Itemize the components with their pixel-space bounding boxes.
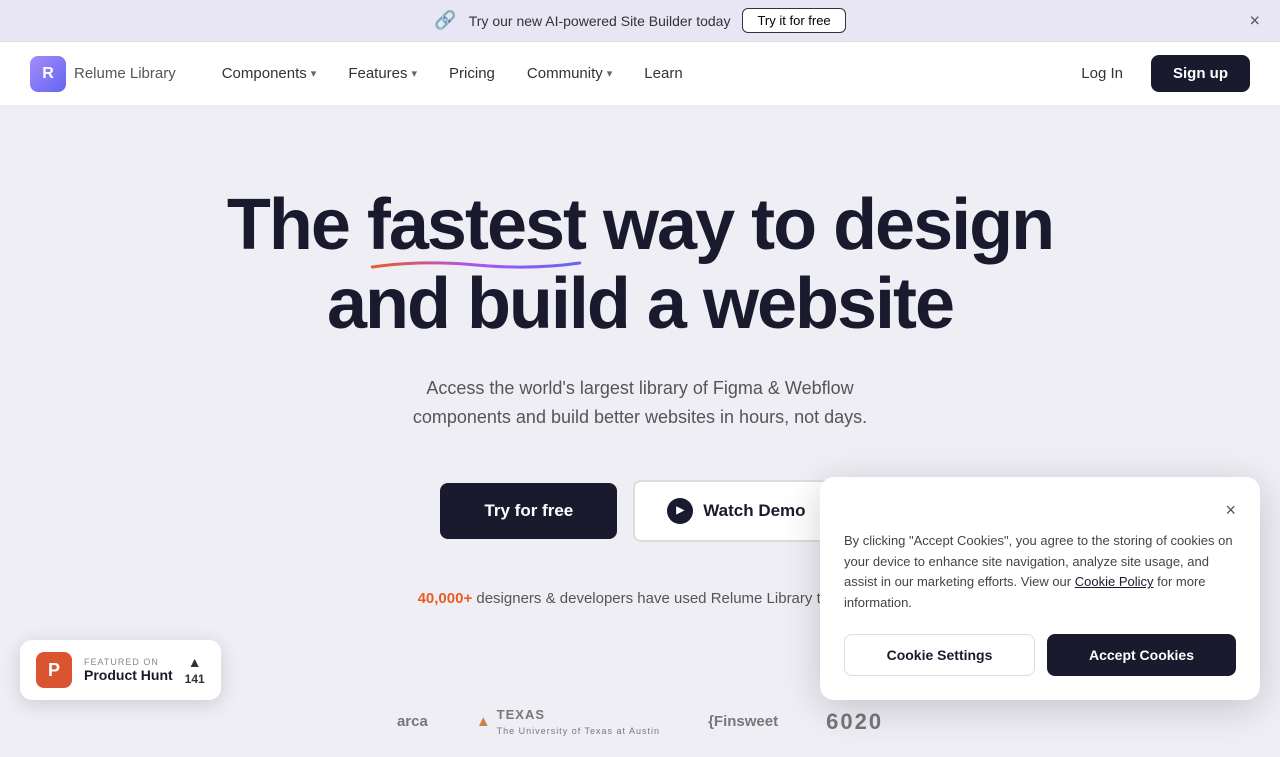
product-hunt-text: FEATURED ON Product Hunt xyxy=(84,657,173,683)
logo-icon: R xyxy=(30,56,66,92)
banner-cta-button[interactable]: Try it for free xyxy=(742,8,845,33)
chevron-down-icon: ▾ xyxy=(412,67,418,80)
nav-item-community[interactable]: Community ▾ xyxy=(513,57,626,90)
logo-finsweet: {Finsweet xyxy=(708,713,778,730)
signup-button[interactable]: Sign up xyxy=(1151,55,1250,92)
nav-item-pricing[interactable]: Pricing xyxy=(435,57,509,90)
chevron-down-icon: ▾ xyxy=(311,67,317,80)
accept-cookies-button[interactable]: Accept Cookies xyxy=(1047,634,1236,676)
cookie-buttons: Cookie Settings Accept Cookies xyxy=(844,634,1236,676)
try-for-free-button[interactable]: Try for free xyxy=(440,483,617,539)
nav-links: Components ▾ Features ▾ Pricing Communit… xyxy=(208,57,1066,90)
hero-title: The fastest way to designand build a web… xyxy=(210,186,1070,344)
hero-subtitle: Access the world's largest library of Fi… xyxy=(210,374,1070,432)
fastest-word: fastest xyxy=(367,186,585,265)
banner-text: Try our new AI-powered Site Builder toda… xyxy=(469,13,731,29)
logo-texas: ▲ TEXASThe University of Texas at Austin xyxy=(476,707,660,737)
cookie-banner-header: × xyxy=(844,501,1236,519)
social-proof-number: 40,000+ xyxy=(418,590,473,607)
logo-arca: arca xyxy=(397,713,428,730)
navbar: R Relume Library Components ▾ Features ▾… xyxy=(0,42,1280,106)
nav-item-learn[interactable]: Learn xyxy=(630,57,696,90)
cookie-text: By clicking "Accept Cookies", you agree … xyxy=(844,531,1236,614)
product-hunt-icon: P xyxy=(36,652,72,688)
logo-text: Relume Library xyxy=(74,65,176,82)
ph-votes: ▲ 141 xyxy=(185,654,205,686)
upvote-icon: ▲ xyxy=(188,654,202,670)
top-banner: 🔗 Try our new AI-powered Site Builder to… xyxy=(0,0,1280,42)
login-button[interactable]: Log In xyxy=(1065,57,1139,90)
nav-item-features[interactable]: Features ▾ xyxy=(334,57,431,90)
cookie-settings-button[interactable]: Cookie Settings xyxy=(844,634,1035,676)
play-icon: ▶ xyxy=(667,498,693,524)
watch-demo-button[interactable]: ▶ Watch Demo xyxy=(633,480,839,542)
cookie-banner: × By clicking "Accept Cookies", you agre… xyxy=(820,477,1260,700)
banner-icon: 🔗 xyxy=(434,10,456,31)
vote-count: 141 xyxy=(185,672,205,686)
cookie-policy-link[interactable]: Cookie Policy xyxy=(1075,574,1154,589)
banner-close-button[interactable]: × xyxy=(1249,10,1260,31)
chevron-down-icon: ▾ xyxy=(607,67,613,80)
logo[interactable]: R Relume Library xyxy=(30,56,176,92)
nav-item-components[interactable]: Components ▾ xyxy=(208,57,331,90)
ph-title: Product Hunt xyxy=(84,667,173,683)
ph-featured-label: FEATURED ON xyxy=(84,657,173,667)
logo-6020: 6020 xyxy=(826,709,883,735)
cookie-close-button[interactable]: × xyxy=(1225,501,1236,519)
nav-right: Log In Sign up xyxy=(1065,55,1250,92)
product-hunt-badge[interactable]: P FEATURED ON Product Hunt ▲ 141 xyxy=(20,640,221,700)
